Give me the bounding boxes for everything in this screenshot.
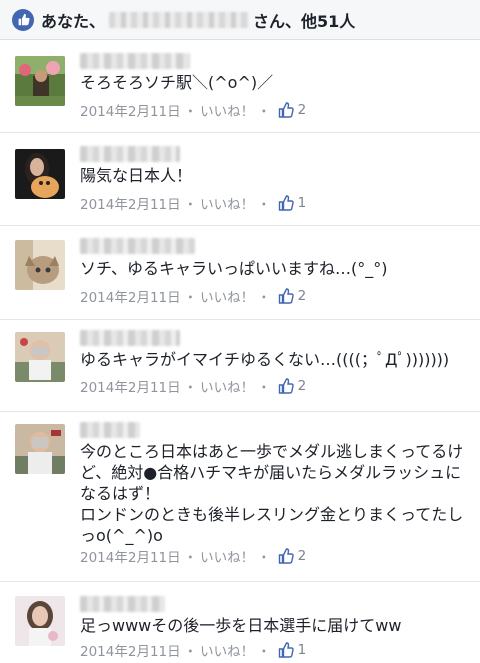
comment-like-count[interactable]: 1: [278, 642, 306, 658]
comment-date[interactable]: 2014年2月11日: [80, 640, 181, 660]
meta-separator: ・: [257, 644, 271, 660]
comment-date[interactable]: 2014年2月11日: [80, 193, 181, 213]
meta-separator: ・: [257, 290, 271, 306]
like-link[interactable]: いいね！: [200, 640, 254, 660]
comment-like-count[interactable]: 1: [278, 195, 306, 211]
comment-date[interactable]: 2014年2月11日: [80, 286, 181, 306]
likes-summary-text: あなた、 さん、他51人: [41, 8, 355, 32]
comment-text: 今のところ日本はあと一歩でメダル逃しまくってるけど、絶対●合格ハチマキが届いたら…: [80, 442, 464, 545]
like-link[interactable]: いいね！: [200, 100, 254, 120]
like-thumb-icon: [278, 288, 294, 304]
comment-meta: 2014年2月11日 ・ いいね！ ・ 2: [80, 100, 306, 120]
commenter-avatar[interactable]: [15, 56, 65, 106]
like-thumb-icon: [278, 102, 294, 118]
meta-separator: ・: [183, 644, 198, 660]
comment-meta: 2014年2月11日 ・ いいね！ ・ 2: [80, 546, 306, 566]
comment-like-count[interactable]: 2: [278, 102, 306, 118]
comment-text: ゆるキャラがイマイチゆるくない…((((；ﾟДﾟ))))))): [80, 350, 450, 369]
like-link[interactable]: いいね！: [200, 193, 254, 213]
commenter-name[interactable]: [80, 422, 140, 438]
likes-prefix: あなた、: [41, 11, 106, 31]
comment-text: ソチ、ゆるキャラいっぱいいますね…(°_°): [80, 259, 388, 278]
comment-item: 今のところ日本はあと一歩でメダル逃しまくってるけど、絶対●合格ハチマキが届いたら…: [0, 412, 480, 582]
meta-separator: ・: [183, 104, 198, 120]
comment-like-count[interactable]: 2: [278, 288, 306, 304]
meta-separator: ・: [257, 550, 271, 566]
like-link[interactable]: いいね！: [200, 286, 254, 306]
commenter-name[interactable]: [80, 238, 195, 254]
comment-date[interactable]: 2014年2月11日: [80, 376, 181, 396]
comment-meta: 2014年2月11日 ・ いいね！ ・ 1: [80, 193, 306, 213]
commenter-name[interactable]: [80, 53, 190, 69]
comment-item: ゆるキャラがイマイチゆるくない…((((；ﾟДﾟ))))))) 2014年2月1…: [0, 320, 480, 412]
meta-separator: ・: [257, 104, 271, 120]
likes-summary-bar[interactable]: あなた、 さん、他51人: [0, 0, 480, 40]
meta-separator: ・: [257, 380, 271, 396]
comment-text: 足っwwwその後一歩を日本選手に届けてww: [80, 616, 402, 635]
like-link[interactable]: いいね！: [200, 546, 254, 566]
meta-separator: ・: [183, 380, 198, 396]
commenter-avatar[interactable]: [15, 424, 65, 474]
comment-text: そろそろソチ駅＼(^o^)／: [80, 73, 274, 92]
comment-text: 陽気な日本人！: [80, 166, 193, 185]
like-thumb-icon: [12, 8, 34, 31]
like-thumb-icon: [278, 195, 294, 211]
comment-item: 足っwwwその後一歩を日本選手に届けてww 2014年2月11日 ・ いいね！ …: [0, 582, 480, 663]
like-thumb-icon: [278, 642, 294, 658]
commenter-name[interactable]: [80, 596, 165, 612]
like-thumb-icon: [278, 378, 294, 394]
likes-suffix: さん、他51人: [253, 11, 356, 31]
blurred-friend-name: [109, 11, 250, 28]
commenter-avatar[interactable]: [15, 149, 65, 199]
comment-like-count[interactable]: 2: [278, 378, 306, 394]
commenter-avatar[interactable]: [15, 596, 65, 646]
comment-item: 陽気な日本人！ 2014年2月11日 ・ いいね！ ・ 1: [0, 133, 480, 226]
comment-meta: 2014年2月11日 ・ いいね！ ・ 2: [80, 286, 306, 306]
comment-item: そろそろソチ駅＼(^o^)／ 2014年2月11日 ・ いいね！ ・ 2: [0, 40, 480, 133]
commenter-name[interactable]: [80, 146, 180, 162]
meta-separator: ・: [183, 290, 198, 306]
comment-like-count[interactable]: 2: [278, 548, 306, 564]
commenter-avatar[interactable]: [15, 332, 65, 382]
meta-separator: ・: [183, 550, 198, 566]
like-thumb-icon: [278, 548, 294, 564]
like-link[interactable]: いいね！: [200, 376, 254, 396]
comment-date[interactable]: 2014年2月11日: [80, 100, 181, 120]
commenter-name[interactable]: [80, 330, 180, 346]
comment-meta: 2014年2月11日 ・ いいね！ ・ 1: [80, 640, 306, 660]
comment-date[interactable]: 2014年2月11日: [80, 546, 181, 566]
comment-meta: 2014年2月11日 ・ いいね！ ・ 2: [80, 376, 306, 396]
meta-separator: ・: [183, 197, 198, 213]
meta-separator: ・: [257, 197, 271, 213]
comment-item: ソチ、ゆるキャラいっぱいいますね…(°_°) 2014年2月11日 ・ いいね！…: [0, 226, 480, 320]
commenter-avatar[interactable]: [15, 240, 65, 290]
